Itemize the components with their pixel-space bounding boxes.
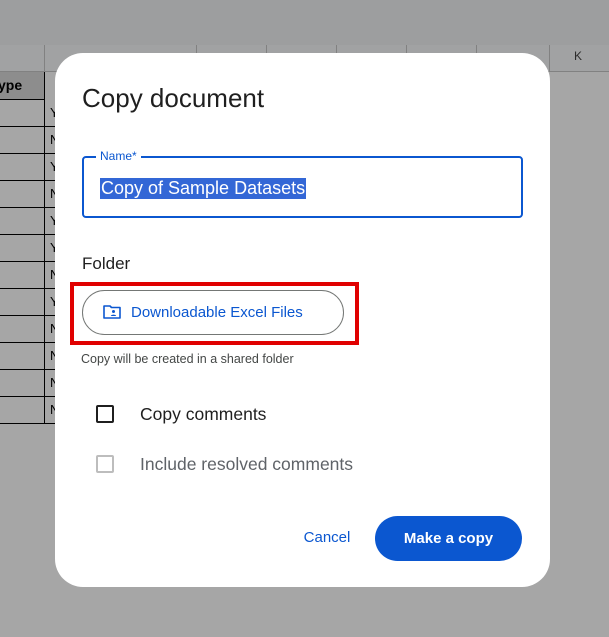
name-field-label: Name* bbox=[96, 149, 141, 163]
required-marker: * bbox=[132, 149, 137, 163]
copy-comments-checkbox[interactable] bbox=[96, 405, 114, 423]
highlight-annotation-box bbox=[70, 282, 359, 345]
copy-document-dialog: Copy document Name* Copy of Sample Datas… bbox=[55, 53, 550, 587]
dialog-title: Copy document bbox=[82, 83, 264, 114]
name-label-text: Name bbox=[100, 149, 132, 163]
name-input[interactable]: Copy of Sample Datasets bbox=[100, 178, 306, 199]
folder-section-label: Folder bbox=[82, 254, 130, 274]
include-resolved-comments-label[interactable]: Include resolved comments bbox=[140, 454, 353, 475]
make-a-copy-button[interactable]: Make a copy bbox=[375, 516, 522, 561]
copy-comments-label[interactable]: Copy comments bbox=[140, 404, 266, 425]
name-field[interactable]: Name* Copy of Sample Datasets bbox=[82, 156, 523, 218]
folder-hint-text: Copy will be created in a shared folder bbox=[81, 352, 294, 366]
cancel-button[interactable]: Cancel bbox=[291, 523, 363, 553]
include-resolved-comments-checkbox[interactable] bbox=[96, 455, 114, 473]
